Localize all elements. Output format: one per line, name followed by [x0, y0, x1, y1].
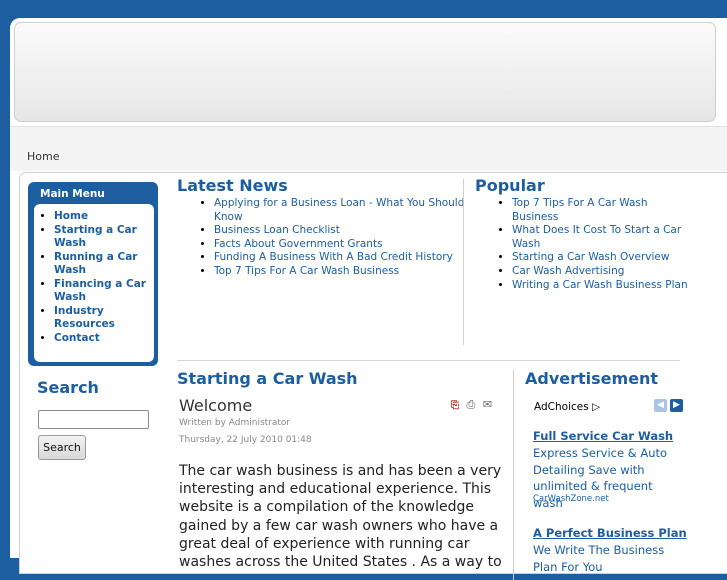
adchoices-label[interactable]: AdChoices ▷ [534, 401, 600, 413]
column-divider-2 [513, 370, 514, 580]
search-button[interactable]: Search [38, 435, 86, 460]
search-title: Search [37, 378, 99, 397]
article-body: The car wash business is and has been a … [179, 463, 502, 571]
menu-item-home[interactable]: Home [54, 210, 154, 224]
article-author: Written by Administrator [179, 418, 291, 428]
latest-news-list: Applying for a Business Loan - What You … [198, 197, 484, 279]
ad-url-1[interactable]: CarWashZone.net [533, 494, 609, 504]
popular-title: Popular [475, 176, 545, 195]
main-menu: Main Menu Home Starting a Car Wash Runni… [28, 182, 158, 366]
news-item[interactable]: Applying for a Business Loan - What You … [214, 197, 484, 224]
latest-news-title: Latest News [177, 176, 288, 195]
news-item[interactable]: Top 7 Tips For A Car Wash Business [214, 265, 484, 279]
content-area: Main Menu Home Starting a Car Wash Runni… [19, 172, 727, 580]
article-date: Thursday, 22 July 2010 01:48 [179, 435, 312, 445]
ad-next-icon[interactable]: ▶ [670, 399, 683, 412]
menu-item-starting[interactable]: Starting a Car Wash [54, 224, 154, 251]
news-item[interactable]: Funding A Business With A Bad Credit His… [214, 251, 484, 265]
site-header-banner [14, 22, 716, 122]
article-title: Welcome [179, 396, 253, 415]
ad-headline-2[interactable]: A Perfect Business Plan [533, 526, 687, 540]
breadcrumb: Home [27, 150, 59, 163]
ad-prev-icon[interactable]: ◀ [654, 399, 667, 412]
article-icons: ⎘ ⎙ ✉ [451, 398, 492, 412]
menu-item-industry-resources[interactable]: Industry Resources [54, 305, 154, 332]
main-menu-list-box: Home Starting a Car Wash Running a Car W… [34, 204, 154, 362]
section-title: Starting a Car Wash [177, 369, 358, 388]
advertisement-title: Advertisement [525, 369, 659, 388]
pdf-icon[interactable]: ⎘ [451, 400, 459, 411]
popular-item[interactable]: Writing a Car Wash Business Plan [512, 279, 688, 293]
menu-item-financing[interactable]: Financing a Car Wash [54, 278, 154, 305]
search-input[interactable] [38, 410, 149, 429]
news-item[interactable]: Business Loan Checklist [214, 224, 484, 238]
page: Home Main Menu Home Starting a Car Wash … [10, 18, 727, 580]
popular-item[interactable]: What Does It Cost To Start a Car Wash [512, 224, 688, 251]
email-icon[interactable]: ✉ [483, 398, 492, 411]
menu-item-running[interactable]: Running a Car Wash [54, 251, 154, 278]
breadcrumb-bar [10, 126, 727, 171]
popular-item[interactable]: Starting a Car Wash Overview [512, 251, 688, 265]
main-menu-title: Main Menu [40, 188, 105, 200]
ad-text-2[interactable]: We Write The Business Plan For You [533, 542, 683, 575]
column-divider [463, 179, 464, 345]
news-item[interactable]: Facts About Government Grants [214, 238, 484, 252]
section-divider [177, 360, 680, 361]
breadcrumb-home[interactable]: Home [27, 150, 59, 163]
ad-headline-1[interactable]: Full Service Car Wash [533, 429, 673, 443]
popular-list: Top 7 Tips For A Car Wash Business What … [496, 197, 688, 292]
popular-item[interactable]: Car Wash Advertising [512, 265, 688, 279]
print-icon[interactable]: ⎙ [467, 398, 476, 411]
menu-item-contact[interactable]: Contact [54, 332, 154, 346]
popular-item[interactable]: Top 7 Tips For A Car Wash Business [512, 197, 688, 224]
